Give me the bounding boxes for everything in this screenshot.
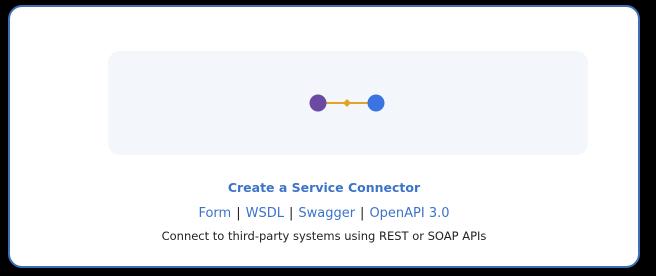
wsdl-link[interactable]: WSDL — [246, 206, 284, 221]
diamond-icon — [343, 99, 351, 107]
form-link[interactable]: Form — [198, 206, 231, 221]
card-description: Connect to third-party systems using RES… — [161, 229, 487, 243]
target-node-icon — [367, 94, 385, 112]
source-node-icon — [309, 94, 327, 112]
card-title[interactable]: Create a Service Connector — [10, 180, 638, 195]
separator: | — [360, 206, 365, 221]
swagger-link[interactable]: Swagger — [298, 206, 355, 221]
openapi-link[interactable]: OpenAPI 3.0 — [369, 206, 449, 221]
service-connector-card[interactable]: Create a Service Connector Form | WSDL | Swa… — [8, 5, 640, 268]
separator: | — [236, 206, 241, 221]
connector-type-links: Form | WSDL | Swagger | OpenAPI 3.0 — [10, 206, 638, 221]
connector-icon — [309, 94, 385, 112]
connector-illustration — [108, 51, 588, 155]
separator: | — [288, 206, 294, 221]
